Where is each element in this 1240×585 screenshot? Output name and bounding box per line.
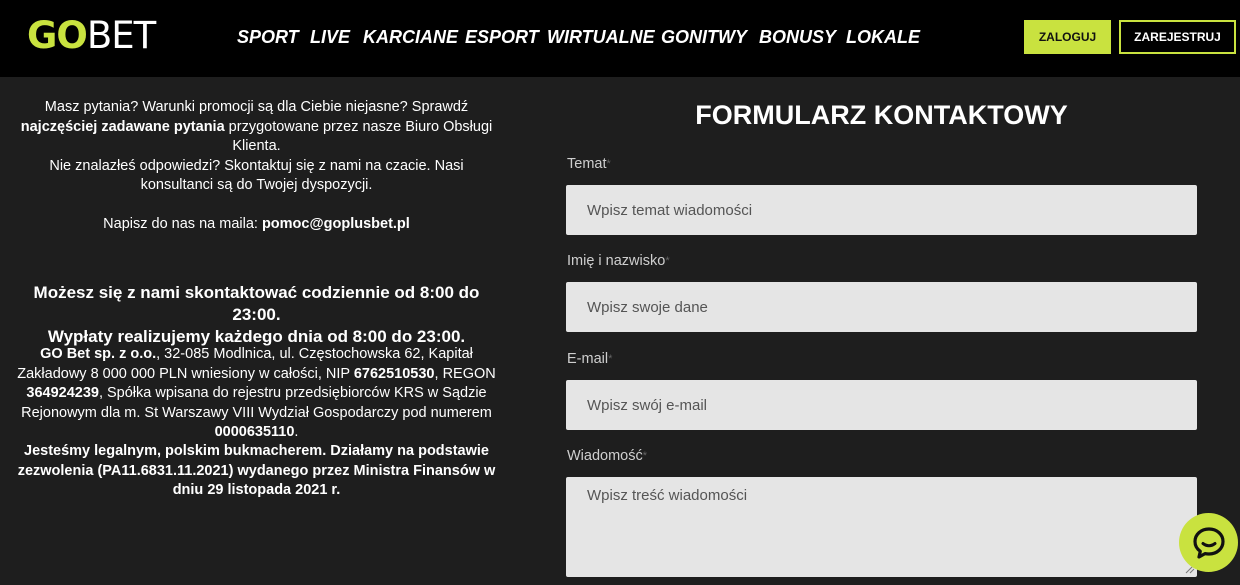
nav-sport[interactable]: SPORT: [237, 26, 299, 48]
company-text-d: .: [294, 424, 299, 440]
email-label-text: E-mail: [567, 351, 609, 367]
subject-input[interactable]: [566, 185, 1197, 235]
email-input[interactable]: [566, 380, 1197, 430]
name-label: Imię i nazwisko*: [567, 252, 670, 270]
chat-info-text: Nie znalazłeś odpowiedzi? Skontaktuj się…: [49, 157, 464, 194]
regon-number: 364924239: [26, 385, 99, 401]
required-mark: *: [606, 158, 611, 170]
required-mark: *: [608, 353, 613, 365]
email-label: E-mail*: [567, 350, 612, 368]
chat-button[interactable]: [1179, 513, 1238, 572]
nav-karciane[interactable]: KARCIANE: [363, 26, 458, 48]
company-name: GO Bet sp. z o.o.: [40, 346, 157, 362]
name-label-text: Imię i nazwisko: [567, 253, 666, 269]
top-navigation-bar: GOBET SPORT LIVE KARCIANE ESPORT WIRTUAL…: [0, 0, 1240, 77]
subject-label-text: Temat: [567, 156, 607, 172]
company-paragraph: GO Bet sp. z o.o., 32-085 Modlnica, ul. …: [12, 345, 501, 443]
nav-live[interactable]: LIVE: [310, 26, 350, 48]
nav-lokale[interactable]: LOKALE: [846, 26, 920, 48]
logo-bet: BET: [86, 14, 156, 57]
required-mark: *: [642, 450, 648, 462]
faq-text: Masz pytania? Warunki promocji są dla Ci…: [44, 99, 469, 115]
form-title: FORMULARZ KONTAKTOWY: [695, 100, 1068, 130]
subject-label: Temat*: [567, 155, 611, 173]
payout-hours: Wypłaty realizujemy każdego dnia od 8:00…: [47, 327, 466, 346]
login-button[interactable]: ZALOGUJ: [1024, 20, 1111, 54]
legal-paragraph: Jesteśmy legalnym, polskim bukmacherem. …: [17, 443, 496, 498]
name-input[interactable]: [566, 282, 1197, 332]
register-button[interactable]: ZAREJESTRUJ: [1119, 20, 1236, 54]
logo-go: GO: [27, 14, 88, 57]
mail-paragraph: Napisz do nas na maila: pomoc@goplusbet.…: [12, 215, 501, 235]
hours-paragraph: Możesz się z nami skontaktować codzienni…: [12, 282, 501, 348]
message-label-text: Wiadomość: [567, 448, 643, 464]
faq-link[interactable]: najczęściej zadawane pytania: [21, 119, 225, 135]
nav-wirtualne[interactable]: WIRTUALNE: [547, 26, 655, 48]
nav-esport[interactable]: ESPORT: [465, 26, 539, 48]
gobet-logo[interactable]: GOBET: [27, 14, 156, 58]
faq-paragraph: Masz pytania? Warunki promocji są dla Ci…: [12, 98, 501, 196]
nav-gonitwy[interactable]: GONITWY: [661, 26, 747, 48]
contact-hours: Możesz się z nami skontaktować codzienni…: [33, 283, 480, 324]
support-email-link[interactable]: pomoc@goplusbet.pl: [262, 216, 410, 232]
krs-number: 0000635110: [214, 424, 295, 440]
message-textarea[interactable]: [566, 477, 1197, 577]
nip-number: 6762510530: [353, 365, 435, 382]
faq-text-2: przygotowane przez nasze Biuro Obsługi K…: [224, 118, 493, 155]
required-mark: *: [665, 255, 670, 267]
mail-prefix: Napisz do nas na maila:: [103, 216, 262, 232]
company-text-b: , REGON: [434, 365, 496, 382]
message-label: Wiadomość*: [567, 447, 647, 465]
chat-bubble-icon: [1192, 526, 1225, 559]
nav-bonusy[interactable]: BONUSY: [759, 26, 836, 48]
